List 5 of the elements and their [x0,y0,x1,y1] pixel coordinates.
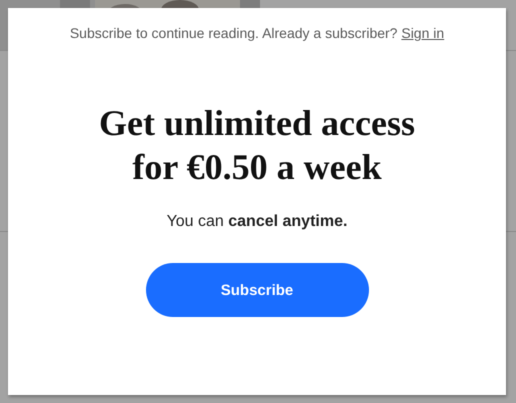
offer-heading: Get unlimited access for €0.50 a week [98,102,416,189]
cancel-note: You can cancel anytime. [166,213,348,231]
subscribe-button[interactable]: Subscribe [146,263,368,317]
subscribe-prompt: Subscribe to continue reading. Already a subscriber? Sign in [70,25,444,41]
sign-in-link[interactable]: Sign in [401,25,444,41]
